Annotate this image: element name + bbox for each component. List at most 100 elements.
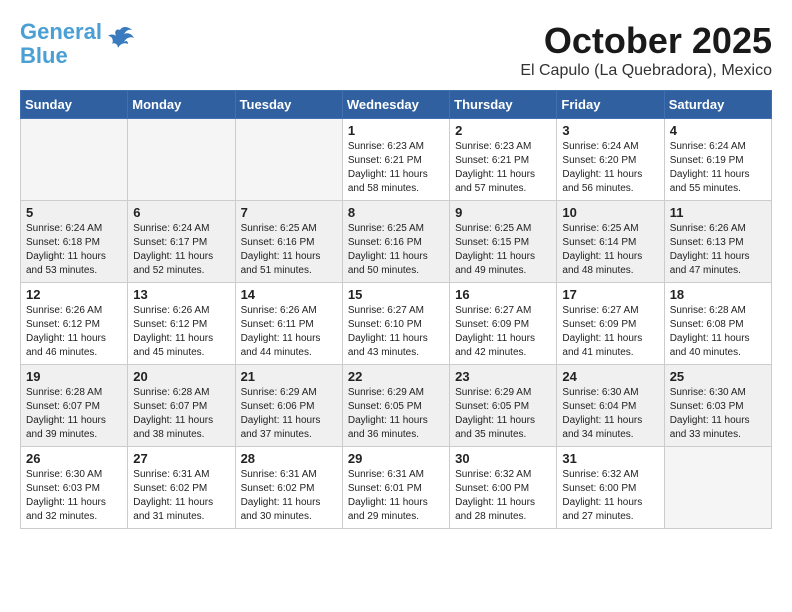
day-cell-15: 15 Sunrise: 6:27 AM Sunset: 6:10 PM Dayli…: [342, 283, 449, 365]
day-info: Sunrise: 6:27 AM Sunset: 6:09 PM Dayligh…: [455, 304, 551, 360]
day-cell-9: 9 Sunrise: 6:25 AM Sunset: 6:15 PM Daylig…: [450, 201, 557, 283]
logo-bird-icon: [106, 26, 134, 53]
calendar: SundayMondayTuesdayWednesdayThursdayFrid…: [20, 90, 772, 529]
weekday-header-saturday: Saturday: [664, 91, 771, 119]
day-info: Sunrise: 6:26 AM Sunset: 6:13 PM Dayligh…: [670, 222, 766, 278]
day-number: 8: [348, 205, 444, 220]
day-number: 14: [241, 287, 337, 302]
week-row-5: 26 Sunrise: 6:30 AM Sunset: 6:03 PM Dayli…: [21, 447, 772, 529]
day-cell-7: 7 Sunrise: 6:25 AM Sunset: 6:16 PM Daylig…: [235, 201, 342, 283]
day-info: Sunrise: 6:24 AM Sunset: 6:20 PM Dayligh…: [562, 140, 658, 196]
day-info: Sunrise: 6:25 AM Sunset: 6:15 PM Dayligh…: [455, 222, 551, 278]
day-number: 25: [670, 369, 766, 384]
logo-text: GeneralBlue: [20, 20, 102, 68]
day-number: 29: [348, 451, 444, 466]
day-info: Sunrise: 6:29 AM Sunset: 6:05 PM Dayligh…: [455, 386, 551, 442]
day-info: Sunrise: 6:24 AM Sunset: 6:19 PM Dayligh…: [670, 140, 766, 196]
day-cell-28: 28Sunrise: 6:31 AM Sunset: 6:02 PM Dayli…: [235, 447, 342, 529]
day-info: Sunrise: 6:23 AM Sunset: 6:21 PM Dayligh…: [455, 140, 551, 196]
day-info: Sunrise: 6:27 AM Sunset: 6:10 PM Dayligh…: [348, 304, 444, 360]
day-number: 9: [455, 205, 551, 220]
day-number: 6: [133, 205, 229, 220]
day-number: 10: [562, 205, 658, 220]
week-row-3: 12 Sunrise: 6:26 AM Sunset: 6:12 PM Dayli…: [21, 283, 772, 365]
day-number: 18: [670, 287, 766, 302]
day-cell-20: 20 Sunrise: 6:28 AM Sunset: 6:07 PM Dayli…: [128, 365, 235, 447]
day-number: 20: [133, 369, 229, 384]
weekday-header-friday: Friday: [557, 91, 664, 119]
day-number: 5: [26, 205, 122, 220]
day-cell-27: 27Sunrise: 6:31 AM Sunset: 6:02 PM Dayli…: [128, 447, 235, 529]
weekday-header-tuesday: Tuesday: [235, 91, 342, 119]
day-info: Sunrise: 6:28 AM Sunset: 6:07 PM Dayligh…: [133, 386, 229, 442]
day-cell-1: 1 Sunrise: 6:23 AM Sunset: 6:21 PM Daylig…: [342, 119, 449, 201]
day-info: Sunrise: 6:31 AM Sunset: 6:01 PM Dayligh…: [348, 468, 444, 524]
day-info: Sunrise: 6:29 AM Sunset: 6:06 PM Dayligh…: [241, 386, 337, 442]
day-number: 4: [670, 123, 766, 138]
weekday-header-thursday: Thursday: [450, 91, 557, 119]
day-number: 15: [348, 287, 444, 302]
day-number: 3: [562, 123, 658, 138]
week-row-2: 5Sunrise: 6:24 AM Sunset: 6:18 PM Daylig…: [21, 201, 772, 283]
day-info: Sunrise: 6:26 AM Sunset: 6:12 PM Dayligh…: [26, 304, 122, 360]
day-cell-6: 6 Sunrise: 6:24 AM Sunset: 6:17 PM Daylig…: [128, 201, 235, 283]
weekday-header-sunday: Sunday: [21, 91, 128, 119]
day-cell-13: 13Sunrise: 6:26 AM Sunset: 6:12 PM Dayli…: [128, 283, 235, 365]
day-number: 22: [348, 369, 444, 384]
day-cell-29: 29 Sunrise: 6:31 AM Sunset: 6:01 PM Dayli…: [342, 447, 449, 529]
day-number: 7: [241, 205, 337, 220]
title-area: October 2025 El Capulo (La Quebradora), …: [520, 20, 772, 80]
day-info: Sunrise: 6:25 AM Sunset: 6:14 PM Dayligh…: [562, 222, 658, 278]
empty-cell: [21, 119, 128, 201]
day-cell-31: 31 Sunrise: 6:32 AM Sunset: 6:00 PM Dayli…: [557, 447, 664, 529]
day-info: Sunrise: 6:28 AM Sunset: 6:08 PM Dayligh…: [670, 304, 766, 360]
day-info: Sunrise: 6:32 AM Sunset: 6:00 PM Dayligh…: [562, 468, 658, 524]
day-number: 26: [26, 451, 122, 466]
weekday-header-wednesday: Wednesday: [342, 91, 449, 119]
day-number: 12: [26, 287, 122, 302]
day-info: Sunrise: 6:30 AM Sunset: 6:03 PM Dayligh…: [26, 468, 122, 524]
day-info: Sunrise: 6:24 AM Sunset: 6:17 PM Dayligh…: [133, 222, 229, 278]
day-cell-16: 16 Sunrise: 6:27 AM Sunset: 6:09 PM Dayli…: [450, 283, 557, 365]
day-number: 19: [26, 369, 122, 384]
day-cell-14: 14 Sunrise: 6:26 AM Sunset: 6:11 PM Dayli…: [235, 283, 342, 365]
day-cell-19: 19 Sunrise: 6:28 AM Sunset: 6:07 PM Dayli…: [21, 365, 128, 447]
day-cell-12: 12 Sunrise: 6:26 AM Sunset: 6:12 PM Dayli…: [21, 283, 128, 365]
day-cell-10: 10 Sunrise: 6:25 AM Sunset: 6:14 PM Dayli…: [557, 201, 664, 283]
day-cell-17: 17Sunrise: 6:27 AM Sunset: 6:09 PM Dayli…: [557, 283, 664, 365]
day-info: Sunrise: 6:30 AM Sunset: 6:04 PM Dayligh…: [562, 386, 658, 442]
weekday-header-monday: Monday: [128, 91, 235, 119]
day-number: 21: [241, 369, 337, 384]
day-cell-18: 18 Sunrise: 6:28 AM Sunset: 6:08 PM Dayli…: [664, 283, 771, 365]
day-cell-25: 25 Sunrise: 6:30 AM Sunset: 6:03 PM Dayli…: [664, 365, 771, 447]
week-row-4: 19 Sunrise: 6:28 AM Sunset: 6:07 PM Dayli…: [21, 365, 772, 447]
page-header: GeneralBlue October 2025 El Capulo (La Q…: [20, 20, 772, 80]
empty-cell: [128, 119, 235, 201]
week-row-1: 1 Sunrise: 6:23 AM Sunset: 6:21 PM Daylig…: [21, 119, 772, 201]
day-number: 1: [348, 123, 444, 138]
day-number: 30: [455, 451, 551, 466]
day-number: 16: [455, 287, 551, 302]
day-number: 24: [562, 369, 658, 384]
day-number: 28: [241, 451, 337, 466]
day-number: 11: [670, 205, 766, 220]
day-cell-4: 4 Sunrise: 6:24 AM Sunset: 6:19 PM Daylig…: [664, 119, 771, 201]
day-info: Sunrise: 6:26 AM Sunset: 6:11 PM Dayligh…: [241, 304, 337, 360]
day-cell-22: 22 Sunrise: 6:29 AM Sunset: 6:05 PM Dayli…: [342, 365, 449, 447]
day-info: Sunrise: 6:31 AM Sunset: 6:02 PM Dayligh…: [133, 468, 229, 524]
day-cell-30: 30Sunrise: 6:32 AM Sunset: 6:00 PM Dayli…: [450, 447, 557, 529]
day-number: 23: [455, 369, 551, 384]
day-cell-21: 21 Sunrise: 6:29 AM Sunset: 6:06 PM Dayli…: [235, 365, 342, 447]
empty-cell: [235, 119, 342, 201]
day-info: Sunrise: 6:30 AM Sunset: 6:03 PM Dayligh…: [670, 386, 766, 442]
day-number: 2: [455, 123, 551, 138]
day-info: Sunrise: 6:25 AM Sunset: 6:16 PM Dayligh…: [241, 222, 337, 278]
day-cell-26: 26 Sunrise: 6:30 AM Sunset: 6:03 PM Dayli…: [21, 447, 128, 529]
day-cell-5: 5Sunrise: 6:24 AM Sunset: 6:18 PM Daylig…: [21, 201, 128, 283]
location-title: El Capulo (La Quebradora), Mexico: [520, 62, 772, 80]
day-info: Sunrise: 6:23 AM Sunset: 6:21 PM Dayligh…: [348, 140, 444, 196]
day-number: 31: [562, 451, 658, 466]
day-info: Sunrise: 6:29 AM Sunset: 6:05 PM Dayligh…: [348, 386, 444, 442]
day-number: 13: [133, 287, 229, 302]
day-info: Sunrise: 6:28 AM Sunset: 6:07 PM Dayligh…: [26, 386, 122, 442]
